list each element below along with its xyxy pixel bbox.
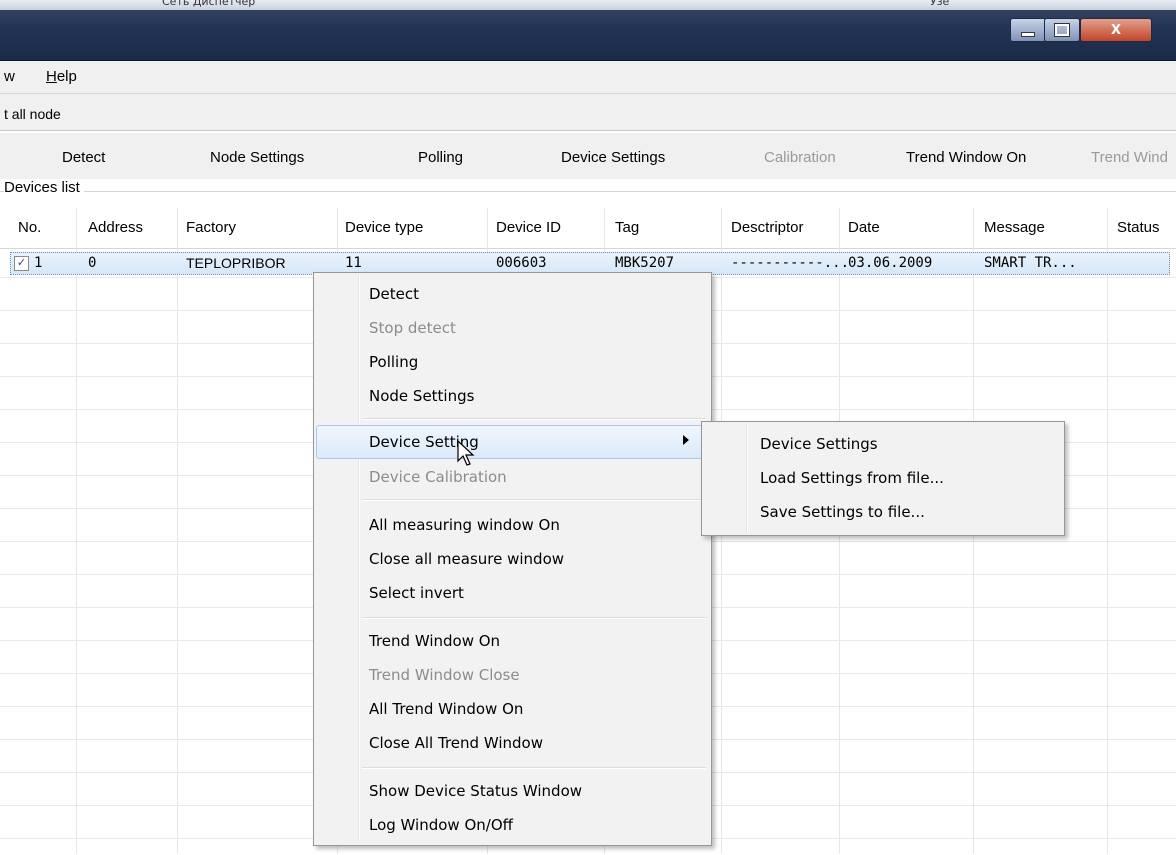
maximize-button[interactable] <box>1044 18 1080 42</box>
main-toolbar: Detect Node Settings Polling Device Sett… <box>0 132 1176 179</box>
menu-help-rest: elp <box>56 68 77 85</box>
menu-item-trend-window-close[interactable]: Trend Window Close <box>369 660 520 690</box>
row-checkbox[interactable]: ✓ <box>14 256 29 271</box>
column-header-device-id[interactable]: Device ID <box>496 219 561 236</box>
cell-device-id: 006603 <box>496 255 547 271</box>
close-button[interactable]: X <box>1080 18 1152 42</box>
column-header-tag[interactable]: Tag <box>615 219 639 236</box>
device-setting-submenu: Device Settings Load Settings from file.… <box>701 421 1065 536</box>
menu-item-log-window-toggle[interactable]: Log Window On/Off <box>369 810 513 840</box>
node-settings-button[interactable]: Node Settings <box>210 149 304 166</box>
menu-item-device-calibration[interactable]: Device Calibration <box>369 462 507 492</box>
menu-item-detect[interactable]: Detect <box>369 279 419 309</box>
submenu-item-device-settings[interactable]: Device Settings <box>760 429 878 459</box>
menu-separator <box>362 499 706 501</box>
menu-help-mnemonic: H <box>46 68 57 85</box>
menu-separator <box>362 418 706 420</box>
calibration-button[interactable]: Calibration <box>764 149 836 166</box>
menu-item-close-all-measure-window[interactable]: Close all measure window <box>369 544 564 574</box>
menu-view[interactable]: w <box>4 68 15 85</box>
checkmark-icon: ✓ <box>16 257 27 269</box>
column-header-device-type[interactable]: Device type <box>345 219 423 236</box>
menu-bar: w Help <box>0 61 1176 94</box>
column-separator <box>177 208 178 854</box>
device-settings-button[interactable]: Device Settings <box>561 149 665 166</box>
devices-list-title: Devices list <box>4 179 84 196</box>
polling-button[interactable]: Polling <box>418 149 463 166</box>
column-header-factory[interactable]: Factory <box>186 219 236 236</box>
menu-item-all-trend-window-on[interactable]: All Trend Window On <box>369 694 523 724</box>
start-all-node-button[interactable]: t all node <box>4 106 61 122</box>
column-header-date[interactable]: Date <box>848 219 880 236</box>
cell-date: 03.06.2009 <box>848 255 933 271</box>
close-icon: X <box>1110 22 1122 38</box>
menu-item-all-measuring-window-on[interactable]: All measuring window On <box>369 510 560 540</box>
menu-item-select-invert[interactable]: Select invert <box>369 578 464 608</box>
column-header-no[interactable]: No. <box>18 219 41 236</box>
column-separator <box>1107 208 1108 854</box>
menu-item-trend-window-on[interactable]: Trend Window On <box>369 626 500 656</box>
menu-gutter <box>746 424 748 532</box>
node-toolbar: t all node <box>0 94 1176 131</box>
menu-item-close-all-trend-window[interactable]: Close All Trend Window <box>369 728 543 758</box>
window-title-bar: Сеть Диспетчер Узе X <box>0 0 1176 61</box>
column-separator <box>76 208 77 854</box>
menu-item-polling[interactable]: Polling <box>369 347 418 377</box>
cell-tag: MBK5207 <box>615 255 675 271</box>
trend-window-on-button[interactable]: Trend Window On <box>906 149 1026 166</box>
menu-separator <box>362 767 706 769</box>
background-window-text: Сеть Диспетчер <box>162 0 256 8</box>
minimize-icon <box>1021 31 1035 37</box>
cell-no: 1 <box>34 255 43 271</box>
menu-item-stop-detect[interactable]: Stop detect <box>369 313 456 343</box>
submenu-item-save-settings[interactable]: Save Settings to file... <box>760 497 925 527</box>
cell-descriptor: -----------... <box>731 255 850 271</box>
column-header-message[interactable]: Message <box>984 219 1045 236</box>
context-menu: Detect Stop detect Polling Node Settings… <box>313 272 712 846</box>
menu-help[interactable]: Help <box>46 68 77 85</box>
cell-address: 0 <box>88 255 97 271</box>
minimize-button[interactable] <box>1010 18 1046 42</box>
background-window-strip: Сеть Диспетчер Узе <box>0 0 1176 10</box>
cell-device-type: 11 <box>345 255 362 271</box>
menu-separator <box>362 617 706 619</box>
detect-button[interactable]: Detect <box>62 149 105 166</box>
background-window-text-right: Узе <box>930 0 950 8</box>
menu-item-node-settings[interactable]: Node Settings <box>369 381 474 411</box>
trend-window-close-button[interactable]: Trend Wind <box>1091 149 1168 166</box>
maximize-icon <box>1054 23 1070 37</box>
mouse-pointer-icon <box>457 440 475 466</box>
chevron-right-icon <box>683 435 689 445</box>
cell-message: SMART TR... <box>984 255 1077 271</box>
column-header-descriptor[interactable]: Desctriptor <box>731 219 804 236</box>
cell-factory: TEPLOPRIBOR <box>186 255 286 271</box>
column-header-status[interactable]: Status <box>1117 219 1160 236</box>
menu-gutter <box>358 275 360 841</box>
submenu-item-load-settings[interactable]: Load Settings from file... <box>760 463 944 493</box>
column-header-address[interactable]: Address <box>88 219 143 236</box>
menu-item-show-device-status-window[interactable]: Show Device Status Window <box>369 776 582 806</box>
